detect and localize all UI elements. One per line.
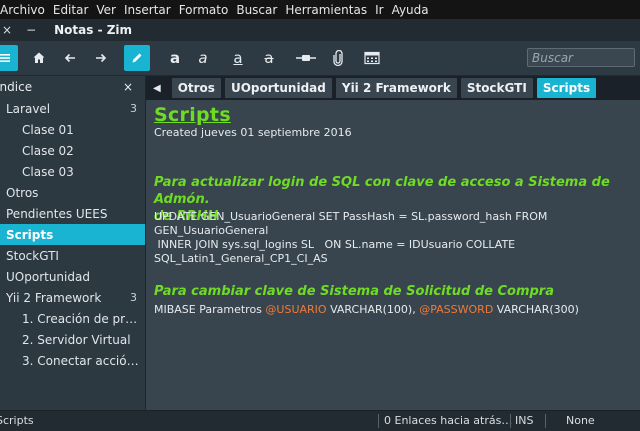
window-close-icon[interactable]: × xyxy=(2,23,12,37)
back-arrow-icon[interactable] xyxy=(57,45,83,71)
sql-text: VARCHAR(100), xyxy=(326,303,420,316)
sidebar-item-laravel[interactable]: Laravel 3 xyxy=(0,98,145,119)
sidebar-item-label: 3. Conectar acció… xyxy=(22,353,139,368)
status-bar: Scripts 0 Enlaces hacia atrás… INS None xyxy=(0,410,640,431)
strikethrough-button[interactable]: a xyxy=(256,45,282,71)
sidebar-item-label: Clase 03 xyxy=(22,164,74,179)
sql-line: UPDATE GEN_UsuarioGeneral SET PassHash =… xyxy=(154,210,548,223)
page-created-date: Created jueves 01 septiembre 2016 xyxy=(154,126,352,139)
window-titlebar: × − Notas - Zim xyxy=(0,19,640,41)
sidebar-item-count: 3 xyxy=(130,102,137,115)
menu-editar[interactable]: Editar xyxy=(49,3,94,17)
sidebar-item-label: Laravel xyxy=(6,101,51,116)
status-divider xyxy=(545,414,546,428)
tab-stockgti[interactable]: StockGTI xyxy=(460,78,533,98)
menu-herramientas[interactable]: Herramientas xyxy=(281,3,372,17)
menu-hamburger-icon[interactable] xyxy=(0,45,18,71)
menu-archivo[interactable]: Archivo xyxy=(0,3,50,17)
sidebar-item-yii2-framework[interactable]: Yii 2 Framework 3 xyxy=(0,287,145,308)
sql-line: GEN_UsuarioGeneral xyxy=(154,224,269,237)
sidebar-item-scripts[interactable]: Scripts xyxy=(0,224,145,245)
tab-scripts[interactable]: Scripts xyxy=(536,78,597,98)
sql-variable: @USUARIO xyxy=(265,303,327,316)
sidebar-item-label: Pendientes UEES xyxy=(6,206,108,221)
pathbar-back-icon[interactable]: ◀ xyxy=(153,83,161,94)
sql-line: INNER JOIN sys.sql_logins SL ON SL.name … xyxy=(154,238,516,251)
menu-insertar[interactable]: Insertar xyxy=(120,3,176,17)
sidebar-item-count: 3 xyxy=(130,291,137,304)
edit-pencil-icon[interactable] xyxy=(124,45,150,71)
sidebar-item-stockgti[interactable]: StockGTI xyxy=(0,245,145,266)
sidebar-item-clase-02[interactable]: Clase 02 xyxy=(0,140,145,161)
status-divider xyxy=(378,414,379,428)
underline-button[interactable]: a xyxy=(225,45,251,71)
menu-ayuda[interactable]: Ayuda xyxy=(388,3,434,17)
page-title: Scripts xyxy=(154,104,231,126)
sidebar-item-creacion[interactable]: 1. Creación de pr… xyxy=(0,308,145,329)
status-divider xyxy=(510,414,511,428)
sidebar-item-label: Clase 02 xyxy=(22,143,74,158)
status-page-name: Scripts xyxy=(0,414,34,427)
sql-text: VARCHAR(300) xyxy=(493,303,579,316)
sidebar-item-label: 1. Creación de pr… xyxy=(22,311,138,326)
sidebar-header: Índice × xyxy=(0,76,145,98)
calendar-icon[interactable] xyxy=(359,45,385,71)
sidebar-item-label: Otros xyxy=(6,185,39,200)
sql-variable: @PASSWORD xyxy=(419,303,494,316)
page-editor[interactable]: Scripts Created jueves 01 septiembre 201… xyxy=(146,100,640,410)
status-backlinks[interactable]: 0 Enlaces hacia atrás… xyxy=(384,414,512,427)
tab-yii2-framework[interactable]: Yii 2 Framework xyxy=(335,78,457,98)
path-bar: ◀ Otros UOportunidad Yii 2 Framework Sto… xyxy=(146,76,640,100)
menu-buscar[interactable]: Buscar xyxy=(232,3,282,17)
status-style[interactable]: None xyxy=(566,414,595,427)
window-title: Notas - Zim xyxy=(54,23,133,37)
sidebar-item-label: 2. Servidor Virtual xyxy=(22,332,131,347)
sidebar-item-servidor-virtual[interactable]: 2. Servidor Virtual xyxy=(0,329,145,350)
sql-block-rrhh: UPDATE GEN_UsuarioGeneral SET PassHash =… xyxy=(154,210,634,266)
sidebar-item-clase-01[interactable]: Clase 01 xyxy=(0,119,145,140)
sidebar-item-label: StockGTI xyxy=(6,248,59,263)
tab-otros[interactable]: Otros xyxy=(171,78,221,98)
sidebar-item-label: Clase 01 xyxy=(22,122,74,137)
sidebar-item-label: UOportunidad xyxy=(6,269,90,284)
sidebar-item-label: Yii 2 Framework xyxy=(6,290,102,305)
sidebar-item-uoportunidad[interactable]: UOportunidad xyxy=(0,266,145,287)
heading-line: Para actualizar login de SQL con clave d… xyxy=(154,175,610,207)
home-icon[interactable] xyxy=(26,45,52,71)
sidebar-title: Índice xyxy=(0,80,33,94)
sql-line: SQL_Latin1_General_CP1_CI_AS xyxy=(154,252,328,265)
sql-block-compra: MIBASE Parametros @USUARIO VARCHAR(100),… xyxy=(154,303,634,317)
index-sidebar: Índice × Laravel 3 Clase 01 Clase 02 Clas… xyxy=(0,76,146,410)
sql-text: MIBASE Parametros xyxy=(154,303,266,316)
sidebar-item-label: Scripts xyxy=(6,227,54,242)
window-minimize-icon[interactable]: − xyxy=(26,23,36,37)
sidebar-item-otros[interactable]: Otros xyxy=(0,182,145,203)
bold-button[interactable]: a xyxy=(162,45,188,71)
attach-paperclip-icon[interactable] xyxy=(325,45,351,71)
search-input[interactable]: Buscar xyxy=(527,48,635,67)
menu-ver[interactable]: Ver xyxy=(92,3,121,17)
sidebar-item-pendientes-uees[interactable]: Pendientes UEES xyxy=(0,203,145,224)
tab-uoportunidad[interactable]: UOportunidad xyxy=(224,78,332,98)
menu-bar: Archivo Editar Ver Insertar Formato Busc… xyxy=(0,0,640,19)
status-insert-mode: INS xyxy=(515,414,534,427)
sidebar-item-clase-03[interactable]: Clase 03 xyxy=(0,161,145,182)
sidebar-item-conectar-accion[interactable]: 3. Conectar acció… xyxy=(0,350,145,371)
forward-arrow-icon[interactable] xyxy=(88,45,114,71)
section-heading-compra: Para cambiar clave de Sistema de Solicit… xyxy=(154,284,554,299)
menu-formato[interactable]: Formato xyxy=(175,3,234,17)
link-icon[interactable] xyxy=(293,45,319,71)
sidebar-close-icon[interactable]: × xyxy=(123,80,133,94)
italic-button[interactable]: a xyxy=(190,45,216,71)
menu-ir[interactable]: Ir xyxy=(371,3,388,17)
